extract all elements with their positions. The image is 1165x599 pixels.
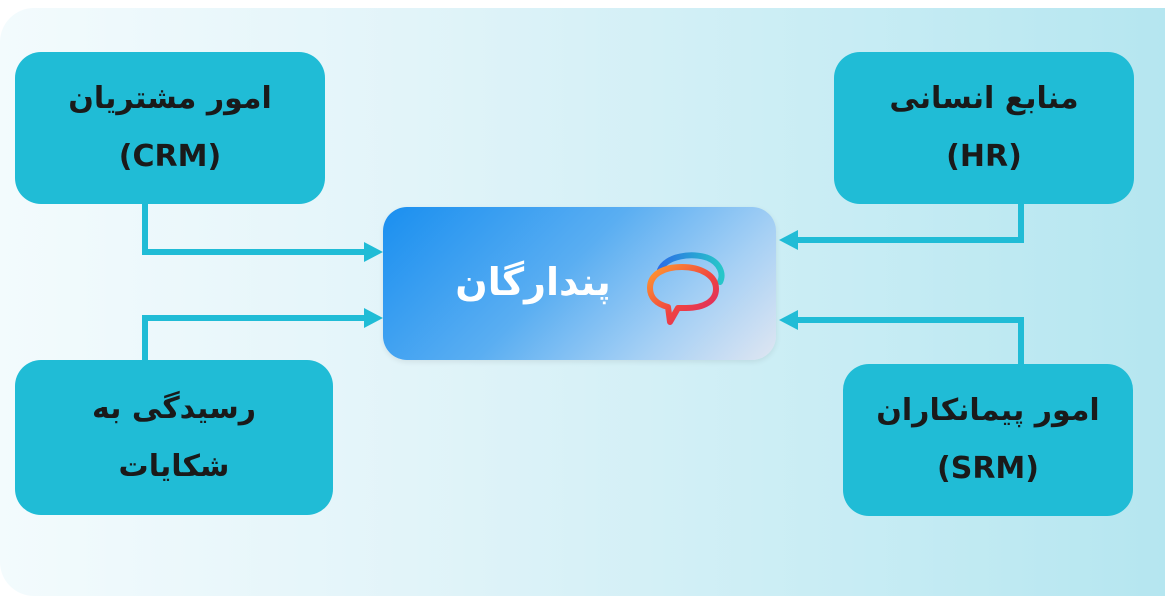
node-crm-title: امور مشتریان (68, 81, 272, 116)
connector-srm (797, 317, 1024, 364)
speech-bubble-logo-icon (647, 252, 725, 325)
node-complaints-title: رسیدگی به (91, 390, 257, 426)
node-hr-title: منابع انسانی (889, 81, 1079, 116)
node-hr: منابع انسانی (HR) (834, 52, 1134, 204)
hub-node: پندارگان (383, 207, 776, 360)
node-complaints: رسیدگی به شکایات (15, 360, 333, 515)
hub-label: پندارگان (455, 260, 611, 304)
node-srm-title: امور پیمانکاران (876, 393, 1100, 428)
node-complaints-subtitle: شکایات (118, 448, 230, 484)
node-hr-subtitle: (HR) (946, 139, 1022, 174)
node-srm-subtitle: (SRM) (937, 451, 1039, 486)
arrowhead-srm (779, 310, 798, 330)
connector-complaints (142, 315, 366, 360)
arrowhead-complaints (364, 308, 383, 328)
connector-hr (797, 204, 1024, 243)
node-crm-subtitle: (CRM) (118, 139, 222, 174)
diagram-canvas: امور مشتریان (CRM) منابع انسانی (HR) رسی… (0, 0, 1165, 599)
node-srm: امور پیمانکاران (SRM) (843, 364, 1133, 516)
connector-crm (142, 204, 366, 255)
node-crm: امور مشتریان (CRM) (15, 52, 325, 204)
arrowhead-hr (779, 230, 798, 250)
arrowhead-crm (364, 242, 383, 262)
